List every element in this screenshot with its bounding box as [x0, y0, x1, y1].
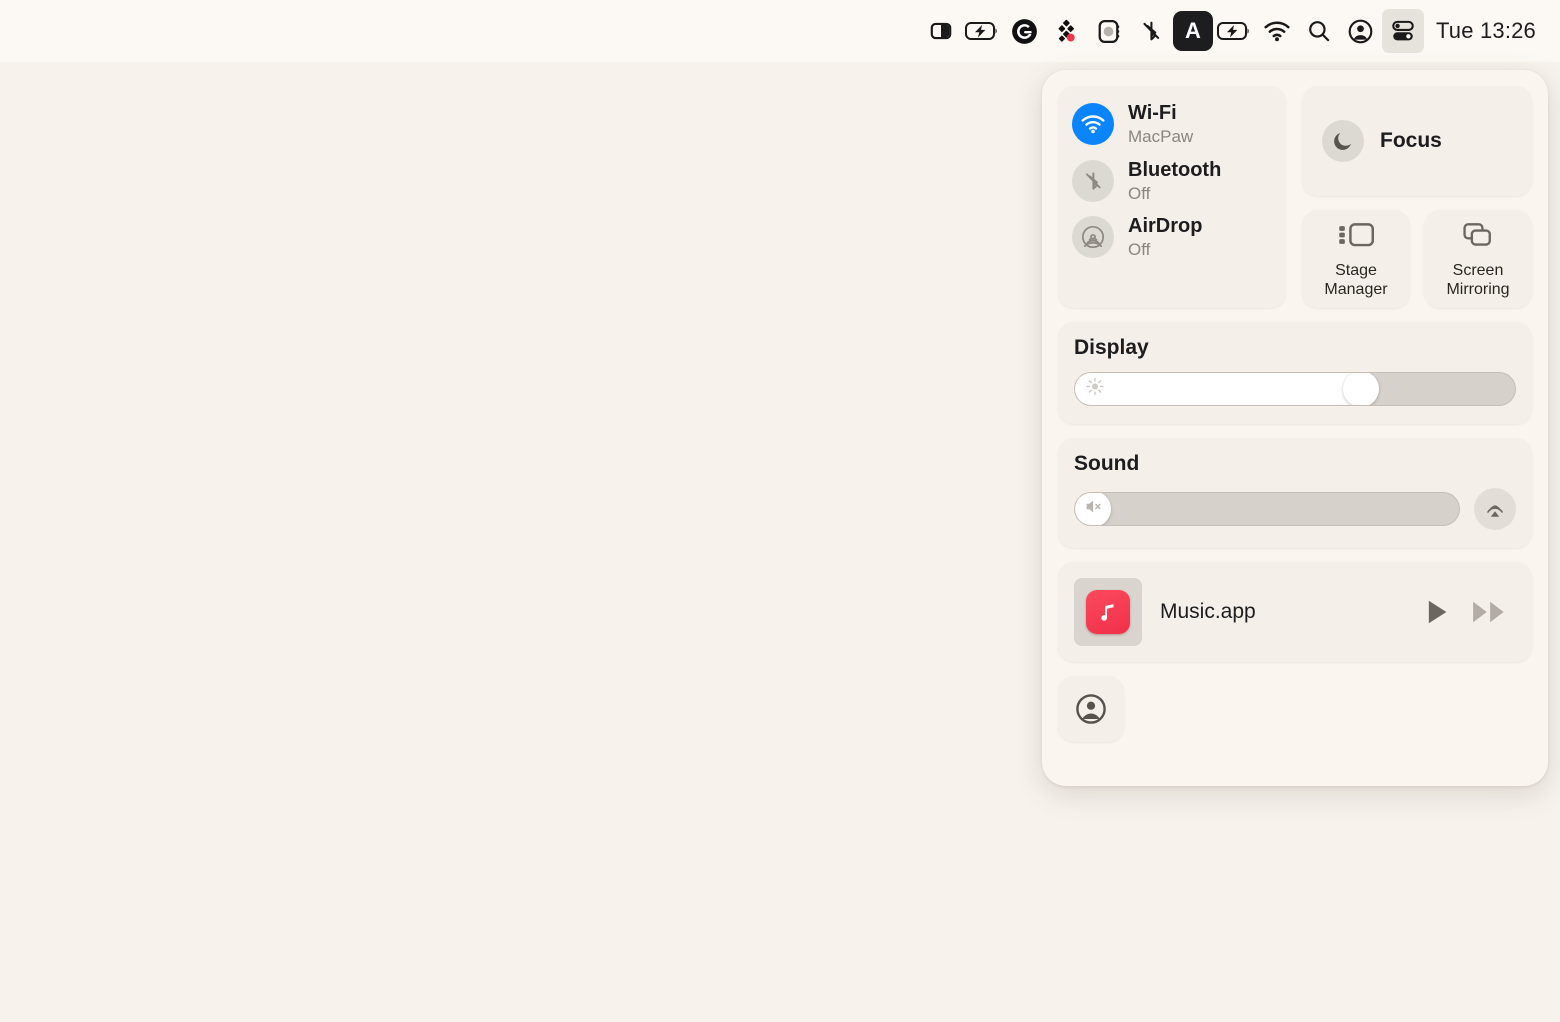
display-slider-row — [1074, 371, 1516, 406]
airdrop-icon[interactable] — [1072, 216, 1114, 259]
display-module: Display — [1058, 321, 1532, 424]
menu-bar-clock[interactable]: Tue 13:26 — [1424, 18, 1542, 44]
camera-shutter-icon[interactable] — [1088, 9, 1130, 53]
battery-charging-icon[interactable] — [962, 9, 1004, 53]
bluetooth-title: Bluetooth — [1128, 158, 1222, 181]
album-artwork — [1074, 577, 1142, 646]
wifi-control[interactable]: Wi-Fi MacPaw — [1072, 102, 1272, 147]
stage-manager-label: Stage Manager — [1324, 262, 1387, 300]
menu-bar: A Tue 13:26 — [0, 0, 1560, 62]
airdrop-title: AirDrop — [1128, 215, 1203, 238]
wifi-icon[interactable] — [1072, 103, 1114, 146]
now-playing-module: Music.app — [1058, 561, 1532, 662]
airplay-audio-icon[interactable] — [1474, 487, 1516, 530]
stage-manager-label-line1: Stage — [1335, 262, 1377, 279]
bluetooth-off-icon[interactable] — [1130, 9, 1172, 53]
sound-title: Sound — [1074, 451, 1140, 475]
now-playing-controls — [1424, 598, 1516, 626]
control-center-panel: Wi-Fi MacPaw Bluetooth Off AirDrop Off F… — [1042, 70, 1548, 786]
screen-mirroring-label-line2: Mirroring — [1446, 280, 1510, 298]
bluetooth-status: Off — [1128, 183, 1151, 203]
control-center-top-row: Wi-Fi MacPaw Bluetooth Off AirDrop Off F… — [1058, 86, 1532, 308]
control-center-footer — [1058, 675, 1532, 770]
dropover-icon[interactable] — [1046, 9, 1088, 53]
screen-mirroring-label-line1: Screen — [1452, 262, 1504, 279]
user-account-icon[interactable] — [1340, 9, 1382, 53]
sound-slider-knob[interactable] — [1075, 492, 1111, 525]
now-playing-app-name: Music.app — [1160, 599, 1256, 623]
display-slider-fill — [1075, 372, 1361, 405]
split-view-icon[interactable] — [920, 9, 962, 53]
wifi-title: Wi-Fi — [1128, 102, 1177, 124]
brightness-icon — [1085, 376, 1105, 401]
screen-mirroring-label: Screen Mirroring — [1446, 262, 1509, 300]
display-title: Display — [1074, 335, 1149, 359]
stage-manager-tile[interactable]: Stage Manager — [1302, 210, 1410, 308]
display-brightness-slider[interactable] — [1074, 371, 1516, 406]
wifi-status: MacPaw — [1128, 127, 1194, 146]
stage-manager-label-line2: Manager — [1324, 280, 1388, 298]
fast-forward-button[interactable] — [1472, 599, 1506, 625]
speaker-mute-icon — [1084, 497, 1103, 521]
play-button[interactable] — [1424, 598, 1450, 626]
sound-slider-row — [1074, 487, 1516, 530]
music-note-icon — [1086, 589, 1130, 634]
control-center-icon[interactable] — [1381, 9, 1424, 53]
user-account-icon[interactable] — [1058, 675, 1124, 742]
bluetooth-off-icon[interactable] — [1072, 159, 1114, 202]
screen-mirroring-tile[interactable]: Screen Mirroring — [1424, 210, 1532, 308]
input-source-letter: A — [1172, 11, 1213, 51]
focus-and-tiles-column: Focus Stage Manager Screen Mirroring — [1302, 86, 1532, 308]
wifi-icon[interactable] — [1256, 9, 1298, 53]
stage-manager-icon — [1337, 218, 1375, 252]
battery-charging-icon[interactable] — [1214, 9, 1256, 53]
input-source-icon[interactable]: A — [1172, 9, 1214, 53]
grammarly-icon[interactable] — [1004, 9, 1046, 53]
tiles-row: Stage Manager Screen Mirroring — [1302, 210, 1532, 308]
display-slider-knob[interactable] — [1343, 372, 1379, 405]
bluetooth-control[interactable]: Bluetooth Off — [1072, 159, 1272, 204]
connectivity-module: Wi-Fi MacPaw Bluetooth Off AirDrop Off — [1058, 86, 1286, 308]
screen-mirroring-icon — [1461, 218, 1495, 252]
sound-volume-slider[interactable] — [1074, 491, 1460, 526]
airdrop-status: Off — [1128, 240, 1151, 260]
airdrop-control[interactable]: AirDrop Off — [1072, 215, 1272, 260]
focus-control[interactable]: Focus — [1302, 86, 1532, 196]
focus-label: Focus — [1380, 129, 1442, 152]
spotlight-search-icon[interactable] — [1298, 9, 1340, 53]
sound-module: Sound — [1058, 437, 1532, 548]
moon-icon — [1322, 120, 1364, 162]
